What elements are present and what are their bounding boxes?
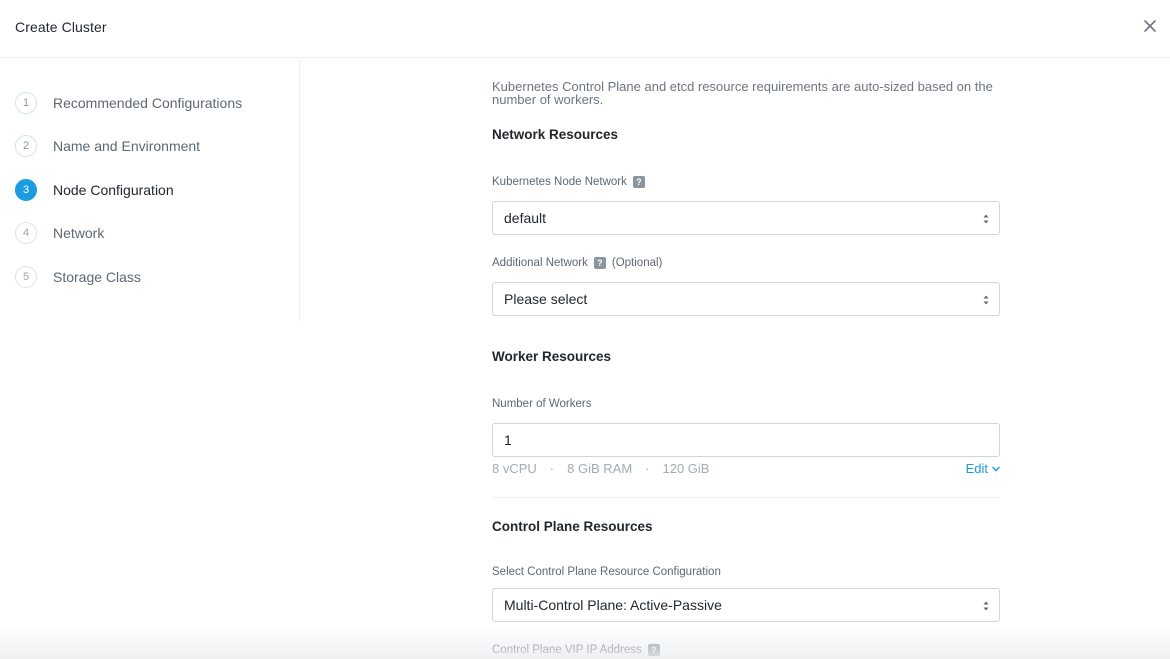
control-plane-resources-title: Control Plane Resources bbox=[492, 519, 653, 534]
worker-ram: 8 GiB RAM bbox=[567, 461, 633, 476]
node-network-select[interactable]: default bbox=[492, 201, 1000, 235]
step-node-configuration[interactable]: 3 Node Configuration bbox=[15, 178, 295, 202]
control-plane-config-select[interactable]: Multi-Control Plane: Active-Passive bbox=[492, 588, 1000, 622]
step-label: Network bbox=[53, 225, 105, 241]
section-divider bbox=[492, 497, 1000, 498]
close-icon bbox=[1144, 20, 1156, 32]
worker-spec-summary: 8 vCPU · 8 GiB RAM · 120 GiB Edit bbox=[492, 461, 1000, 476]
number-of-workers-label: Number of Workers bbox=[492, 398, 591, 410]
step-name-and-environment[interactable]: 2 Name and Environment bbox=[15, 134, 295, 158]
step-label: Storage Class bbox=[53, 269, 141, 285]
select-arrows-icon bbox=[983, 295, 989, 305]
worker-resources-title: Worker Resources bbox=[492, 349, 612, 364]
step-number: 4 bbox=[15, 222, 37, 244]
step-label: Name and Environment bbox=[53, 138, 201, 154]
node-network-label-text: Kubernetes Node Network bbox=[492, 176, 627, 188]
worker-cpu: 8 vCPU bbox=[492, 461, 537, 476]
network-resources-title: Network Resources bbox=[492, 127, 619, 142]
step-storage-class[interactable]: 5 Storage Class bbox=[15, 265, 295, 289]
chevron-down-icon bbox=[992, 466, 1000, 472]
number-of-workers-input[interactable] bbox=[492, 423, 1000, 457]
wizard-steps: 1 Recommended Configurations 2 Name and … bbox=[0, 59, 300, 321]
step-label: Node Configuration bbox=[53, 182, 174, 198]
optional-label: (Optional) bbox=[611, 257, 663, 269]
node-network-value: default bbox=[504, 210, 547, 226]
control-plane-vip-label: Control Plane VIP IP Address ? bbox=[492, 644, 660, 656]
create-cluster-dialog: Create Cluster 1 Recommended Configurati… bbox=[0, 0, 1170, 659]
step-number: 5 bbox=[15, 266, 37, 288]
number-of-workers-label-text: Number of Workers bbox=[492, 398, 592, 410]
step-number: 3 bbox=[15, 179, 37, 201]
node-network-label: Kubernetes Node Network ? bbox=[492, 176, 645, 188]
help-icon[interactable]: ? bbox=[632, 176, 645, 188]
close-button[interactable] bbox=[1140, 16, 1160, 36]
select-arrows-icon bbox=[983, 601, 989, 611]
control-plane-config-value: Multi-Control Plane: Active-Passive bbox=[504, 597, 722, 613]
additional-network-value: Please select bbox=[504, 291, 588, 307]
select-arrows-icon bbox=[983, 214, 989, 224]
additional-network-label: Additional Network ? (Optional) bbox=[492, 257, 662, 269]
auto-size-note: Kubernetes Control Plane and etcd resour… bbox=[492, 79, 993, 107]
dialog-header: Create Cluster bbox=[0, 0, 1170, 58]
step-number: 2 bbox=[15, 135, 37, 157]
edit-worker-resources-link[interactable]: Edit bbox=[966, 461, 1000, 476]
control-plane-config-label-text: Select Control Plane Resource Configurat… bbox=[492, 566, 721, 578]
worker-storage: 120 GiB bbox=[662, 461, 710, 476]
step-network[interactable]: 4 Network bbox=[15, 221, 295, 245]
control-plane-vip-label-text: Control Plane VIP IP Address bbox=[492, 644, 642, 656]
step-number: 1 bbox=[15, 92, 37, 114]
additional-network-select[interactable]: Please select bbox=[492, 282, 1000, 316]
step-label: Recommended Configurations bbox=[53, 95, 243, 111]
spec-separator: · bbox=[549, 461, 555, 476]
help-icon[interactable]: ? bbox=[647, 644, 660, 656]
additional-network-label-text: Additional Network bbox=[492, 257, 588, 269]
help-icon[interactable]: ? bbox=[593, 257, 606, 269]
control-plane-config-label: Select Control Plane Resource Configurat… bbox=[492, 566, 721, 578]
dialog-title: Create Cluster bbox=[15, 19, 107, 35]
spec-separator: · bbox=[645, 461, 650, 476]
step-recommended-configurations[interactable]: 1 Recommended Configurations bbox=[15, 91, 295, 115]
edit-label: Edit bbox=[965, 461, 988, 476]
